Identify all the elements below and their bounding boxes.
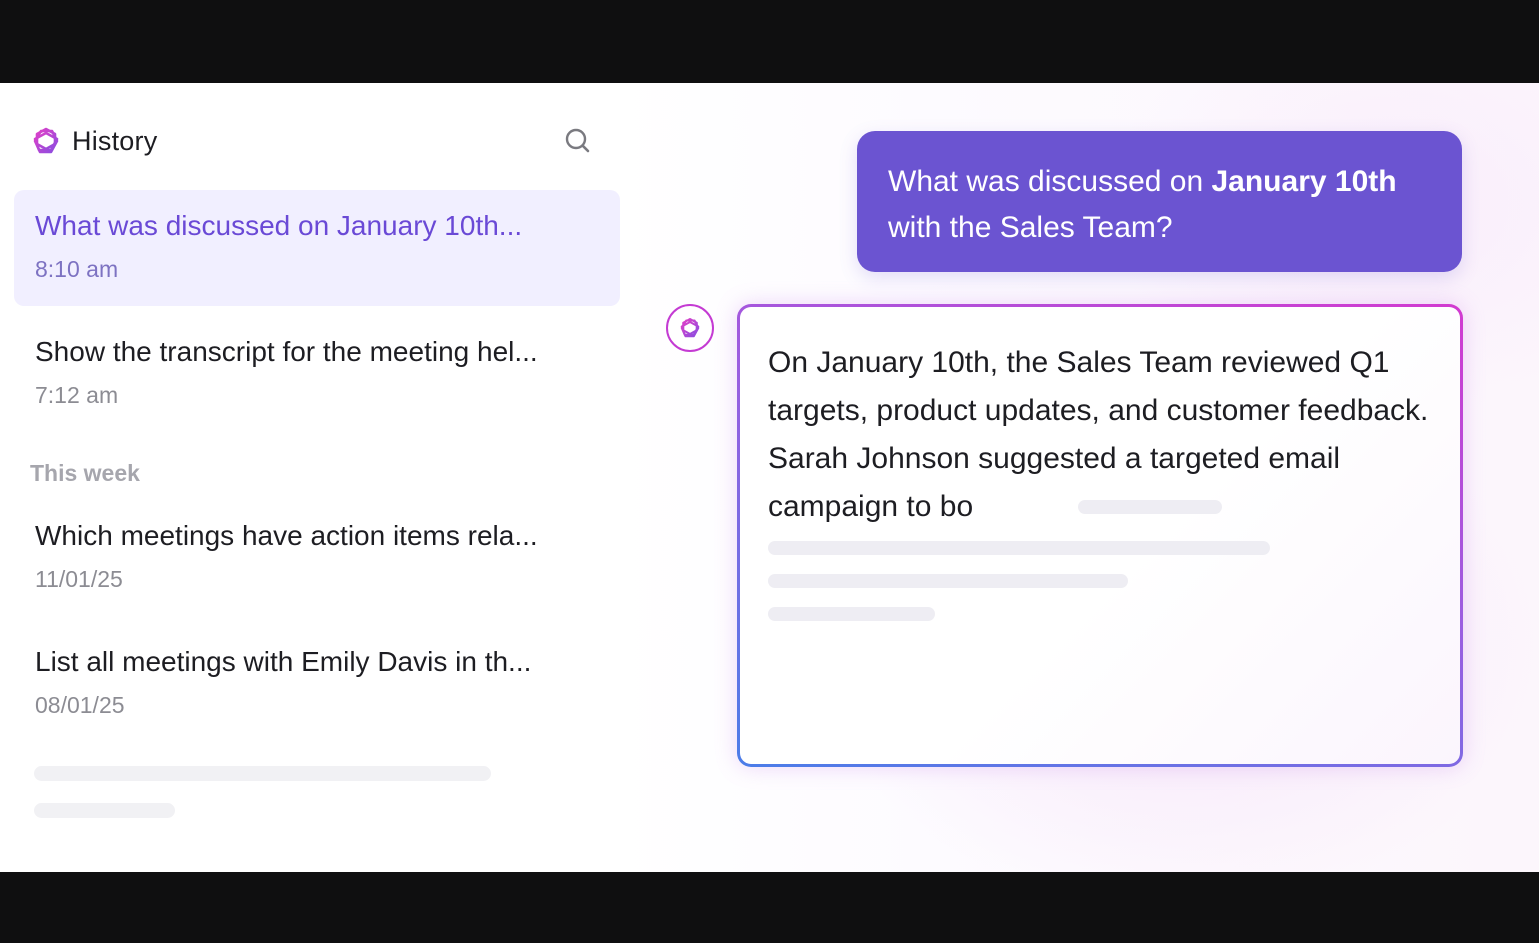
history-item-title: What was discussed on January 10th...	[35, 210, 523, 241]
user-message-bold: January 10th	[1211, 165, 1397, 198]
ai-avatar-icon	[666, 304, 714, 352]
search-icon[interactable]	[562, 125, 594, 157]
typing-placeholder-line	[768, 574, 1128, 588]
ai-response-card: On January 10th, the Sales Team reviewed…	[737, 304, 1463, 767]
history-item-title: Show the transcript for the meeting hel.…	[35, 336, 538, 367]
user-message-bubble: What was discussed on January 10th with …	[857, 131, 1462, 272]
history-item[interactable]: Show the transcript for the meeting hel.…	[14, 316, 620, 432]
sidebar-header: History	[30, 121, 600, 161]
section-label-this-week: This week	[30, 460, 140, 486]
typing-placeholder-line	[768, 541, 1270, 555]
user-message-suffix: with the Sales Team?	[888, 211, 1173, 244]
history-item-time: 11/01/25	[35, 566, 123, 592]
history-item-title: List all meetings with Emily Davis in th…	[35, 646, 532, 677]
ai-response-body: On January 10th, the Sales Team reviewed…	[740, 307, 1460, 764]
history-item[interactable]: Which meetings have action items rela...…	[14, 500, 620, 616]
history-item-time: 08/01/25	[35, 692, 125, 718]
history-item-time: 7:12 am	[35, 382, 119, 408]
user-message-text: What was discussed on January 10th with …	[888, 159, 1448, 251]
history-sidebar: History What was discussed on January 10…	[0, 83, 640, 872]
history-item[interactable]: List all meetings with Emily Davis in th…	[14, 626, 620, 742]
loading-placeholder-line	[34, 803, 175, 818]
sidebar-title: History	[72, 126, 158, 156]
history-item-time: 8:10 am	[35, 256, 119, 282]
app-canvas: History What was discussed on January 10…	[0, 83, 1539, 872]
brand-logo-icon	[30, 125, 62, 157]
history-item-title: Which meetings have action items rela...	[35, 520, 538, 551]
loading-placeholder-line	[34, 766, 491, 781]
typing-placeholder-line	[768, 607, 935, 621]
user-message-prefix: What was discussed on	[888, 165, 1212, 198]
history-item[interactable]: What was discussed on January 10th... 8:…	[14, 190, 620, 306]
typing-placeholder-line	[1078, 500, 1222, 514]
